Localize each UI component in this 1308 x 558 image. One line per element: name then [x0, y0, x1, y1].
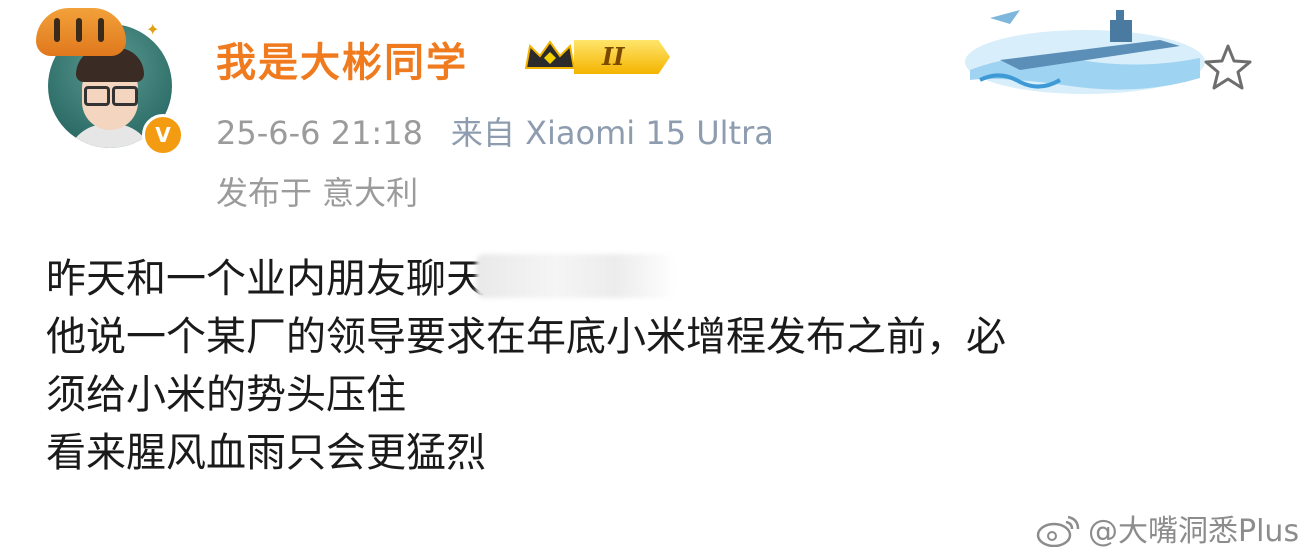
weibo-logo-icon: [1036, 515, 1080, 547]
post-content-line: 须给小米的势头压住: [46, 372, 406, 418]
sparkle-icon: ✦: [146, 20, 160, 39]
crown-icon: [524, 40, 576, 69]
post-content-line: 他说一个某厂的领导要求在年底小米增程发布之前，必: [46, 314, 1006, 360]
post-timestamp: 25-6-6 21:18: [216, 114, 423, 152]
username[interactable]: 我是大彬同学: [216, 30, 468, 88]
watermark: @大嘴洞悉Plus: [1036, 506, 1299, 550]
blurred-text-region: [476, 254, 676, 298]
post-source: 来自 Xiaomi 15 Ultra: [450, 114, 774, 152]
star-outline-icon[interactable]: [1200, 40, 1256, 96]
watermark-text: @大嘴洞悉Plus: [1088, 514, 1300, 549]
aircraft-carrier-banner-icon: [965, 10, 1205, 94]
verified-v-icon: V: [142, 114, 184, 156]
post-content: 昨天和一个业内朋友聊天 他说一个某厂的领导要求在年底小米增程发布之前，必 须给小…: [46, 250, 1266, 482]
member-level-label: II: [574, 40, 670, 74]
member-level-badge[interactable]: II: [522, 34, 670, 78]
post-content-line: 昨天和一个业内朋友聊天: [46, 250, 1266, 308]
post-meta: 25-6-6 21:18 来自 Xiaomi 15 Ultra: [216, 108, 774, 154]
post-location: 发布于 意大利: [216, 174, 419, 212]
user-avatar[interactable]: ✦ V: [36, 8, 186, 156]
tiger-decoration-icon: [36, 8, 126, 56]
post-content-line: 看来腥风血雨只会更猛烈: [46, 430, 486, 476]
